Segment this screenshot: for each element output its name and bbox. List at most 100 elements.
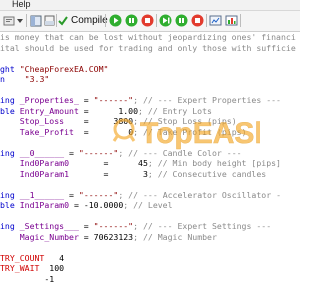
code-token: 70623123	[93, 231, 134, 242]
toolbar-button-stop-history[interactable]	[190, 13, 204, 28]
code-token: "------"	[93, 95, 134, 105]
code-line[interactable]: TRY_COUNT 4	[0, 253, 296, 264]
code-token: =	[69, 200, 84, 210]
menu-bar: Help	[0, 0, 300, 11]
code-token: ital should be used for trading and only…	[0, 42, 296, 53]
code-token: ; // --- Expert Properties ---	[133, 95, 281, 105]
code-token: "CheapForexEA.COM"	[19, 63, 109, 74]
navigator-icon	[30, 15, 42, 27]
code-line[interactable]: ble Ind1Param0 = -10.0000; // Level	[0, 200, 296, 211]
toolbar-button-navigator[interactable]	[29, 13, 43, 28]
code-token: =	[64, 189, 79, 200]
code-token: ; // Level	[123, 200, 173, 210]
toolbar-button-terminal[interactable]	[208, 13, 222, 28]
code-editor[interactable]: is money that can be lost without jeopar…	[0, 32, 300, 300]
tools-icon	[3, 15, 15, 27]
code-token: Ind0Param1	[19, 168, 70, 179]
code-token: ; // Stop Loss (pips)	[133, 116, 237, 126]
code-line[interactable]: Ind0Param1 = 3; // Consecutive candles	[0, 169, 296, 180]
compile-button[interactable]: Compile	[57, 13, 108, 28]
toolbar-dropdown[interactable]	[16, 13, 24, 28]
code-line[interactable]	[0, 211, 296, 222]
code-line[interactable]: ing __0______ = "------"; // --- Candle …	[0, 148, 296, 159]
stop-icon	[141, 14, 154, 27]
toolbar-separator	[105, 14, 106, 27]
menu-help[interactable]: Help	[12, 0, 31, 9]
toolbar-button-tools[interactable]	[2, 13, 16, 28]
code-area[interactable]: is money that can be lost without jeopar…	[0, 32, 296, 284]
strategy-tester-icon	[225, 15, 238, 27]
code-token: "------"	[78, 189, 119, 200]
code-token: Take_Profit	[19, 126, 74, 137]
toolbar-button-start[interactable]	[108, 13, 122, 28]
code-line[interactable]: Take_Profit = 0; // Take Profit (pips)	[0, 127, 296, 138]
code-token: is money that can be lost without jeopar…	[0, 32, 296, 42]
code-token: __0______	[19, 147, 65, 158]
code-line[interactable]: n "3.3"	[0, 74, 296, 85]
toolbar-button-stop[interactable]	[140, 13, 154, 28]
code-token: ing	[0, 147, 20, 158]
code-token: TRY_WAIT	[0, 263, 50, 273]
code-token: -1	[44, 273, 55, 284]
code-line[interactable]: ital should be used for trading and only…	[0, 43, 296, 54]
code-line[interactable]	[0, 242, 296, 253]
toolbar-separator	[156, 14, 157, 27]
history-play-icon	[159, 14, 172, 27]
toolbar-button-toolbox[interactable]	[43, 13, 55, 28]
code-token: ; // --- Candle Color ---	[118, 147, 242, 158]
code-line[interactable]: -1	[0, 274, 296, 285]
code-token: ; // Take Profit (pips)	[133, 126, 247, 137]
code-token: "------"	[78, 147, 119, 158]
code-token: 4	[59, 252, 65, 263]
toolbar-button-run-history[interactable]	[158, 13, 172, 28]
code-token: =	[78, 95, 94, 105]
code-line[interactable]: is money that can be lost without jeopar…	[0, 32, 296, 43]
code-token: -10.0000	[83, 200, 124, 210]
code-token: 1.00	[118, 105, 139, 116]
compile-label: Compile	[71, 15, 108, 26]
code-token: 45	[138, 158, 148, 168]
code-line[interactable]	[0, 85, 296, 96]
code-token: ; // Min body height [pips]	[147, 158, 281, 168]
code-line[interactable]: Stop_Loss = 3800; // Stop Loss (pips)	[0, 116, 296, 127]
compile-icon	[57, 15, 69, 27]
toolbar-separator	[206, 14, 207, 27]
chevron-down-icon	[17, 18, 23, 24]
code-token: =	[78, 105, 119, 116]
code-token: ; // Magic Number	[133, 231, 217, 242]
code-token: Stop_Loss	[19, 116, 65, 126]
toolbar-button-step[interactable]	[124, 13, 138, 28]
code-line[interactable]: ing _Settings___ = "------"; // --- Expe…	[0, 221, 296, 232]
code-line[interactable]	[0, 179, 296, 190]
code-token: ght	[0, 63, 20, 74]
code-token: ble	[0, 200, 20, 210]
code-token: Entry_Amount	[19, 105, 79, 116]
code-line[interactable]: ing __1______ = "------"; // --- Acceler…	[0, 190, 296, 201]
code-line[interactable]: ght "CheapForexEA.COM"	[0, 64, 296, 75]
toolbar-button-pause-history[interactable]	[174, 13, 188, 28]
code-token: "------"	[93, 221, 134, 231]
toolbar-button-tester[interactable]	[224, 13, 238, 28]
play-icon	[109, 14, 122, 27]
code-line[interactable]: ing _Properties_ = "------"; // --- Expe…	[0, 95, 296, 106]
code-token: =	[69, 158, 139, 168]
code-token: _Properties_	[19, 95, 79, 105]
code-token: ; // Consecutive candles	[147, 168, 267, 179]
code-line[interactable]: Magic_Number = 70623123; // Magic Number	[0, 232, 296, 243]
code-token: ing	[0, 221, 20, 231]
toolbox-icon	[44, 15, 55, 26]
step-icon	[125, 14, 138, 27]
code-line[interactable]: TRY_WAIT 100	[0, 263, 296, 274]
code-token: Ind0Param0	[19, 158, 70, 168]
code-token: ; // --- Accelerator Oscillator -	[118, 189, 281, 200]
code-line[interactable]: Ind0Param0 = 45; // Min body height [pip…	[0, 158, 296, 169]
code-line[interactable]	[0, 137, 296, 148]
code-token: Ind1Param0	[19, 200, 70, 210]
code-token: __1______	[19, 189, 65, 200]
code-token: 3800	[113, 116, 134, 126]
code-line[interactable]	[0, 53, 296, 64]
code-token: Magic_Number	[19, 231, 79, 242]
code-line[interactable]: ble Entry_Amount = 1.00; // Entry Lots	[0, 106, 296, 117]
